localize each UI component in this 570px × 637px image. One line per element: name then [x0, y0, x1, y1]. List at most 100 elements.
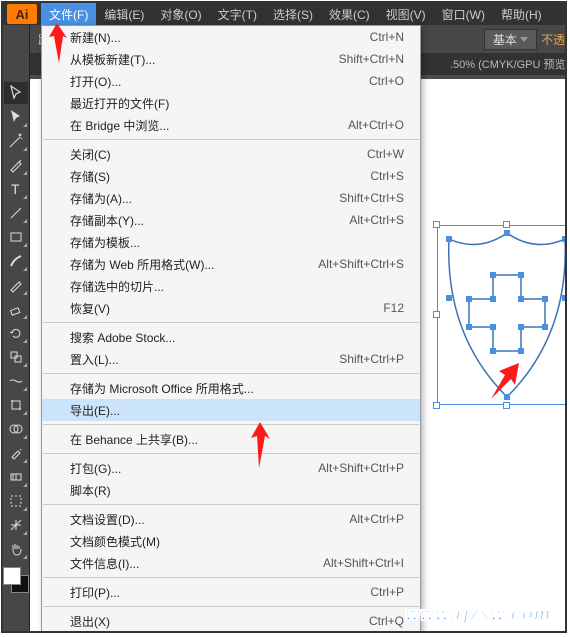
rectangle-tool[interactable] [4, 226, 28, 248]
menu-item[interactable]: 存储为模板... [42, 231, 420, 253]
menu-item[interactable]: 恢复(V)F12 [42, 297, 420, 319]
shape-builder-tool[interactable] [4, 418, 28, 440]
menu-item[interactable]: 文档颜色模式(M) [42, 530, 420, 552]
menu-effect[interactable]: 效果(C) [321, 3, 378, 26]
menu-item[interactable]: 文档设置(D)...Alt+Ctrl+P [42, 508, 420, 530]
rotate-tool[interactable] [4, 322, 28, 344]
pencil-tool[interactable] [4, 274, 28, 296]
opacity-label: 不透 [541, 31, 565, 48]
menu-item-label: 退出(X) [70, 613, 369, 630]
menu-item[interactable]: 文件信息(I)...Alt+Shift+Ctrl+I [42, 552, 420, 574]
menu-item-shortcut: Ctrl+W [367, 147, 404, 161]
menu-text[interactable]: 文字(T) [210, 3, 265, 26]
menu-item-label: 存储为(A)... [70, 190, 339, 207]
menu-item-shortcut: F12 [383, 301, 404, 315]
menu-item-label: 文档颜色模式(M) [70, 533, 404, 550]
menu-item-label: 搜索 Adobe Stock... [70, 329, 404, 346]
menu-item[interactable]: 在 Behance 上共享(B)... [42, 428, 420, 450]
selection-tool[interactable] [4, 82, 28, 104]
menu-item-shortcut: Shift+Ctrl+S [339, 191, 404, 205]
menu-item-label: 在 Behance 上共享(B)... [70, 431, 404, 448]
watermark: www.rjzxw.com [405, 604, 551, 625]
line-tool[interactable] [4, 202, 28, 224]
menu-item-shortcut: Shift+Ctrl+P [339, 352, 404, 366]
menu-item[interactable]: 关闭(C)Ctrl+W [42, 143, 420, 165]
menu-select[interactable]: 选择(S) [265, 3, 321, 26]
width-tool[interactable] [4, 370, 28, 392]
menu-item[interactable]: 存储为 Microsoft Office 所用格式... [42, 377, 420, 399]
app-icon: Ai [7, 4, 37, 24]
menubar: Ai 文件(F) 编辑(E) 对象(O) 文字(T) 选择(S) 效果(C) 视… [3, 3, 565, 25]
gradient-tool[interactable] [4, 466, 28, 488]
menu-item-label: 关闭(C) [70, 146, 367, 163]
menu-item-shortcut: Alt+Ctrl+P [349, 512, 404, 526]
menu-item[interactable]: 置入(L)...Shift+Ctrl+P [42, 348, 420, 370]
menu-item-label: 存储副本(Y)... [70, 212, 349, 229]
direct-selection-tool[interactable] [4, 106, 28, 128]
menu-object[interactable]: 对象(O) [152, 3, 209, 26]
tools-panel: T [3, 25, 30, 631]
brush-tool[interactable] [4, 250, 28, 272]
menu-item[interactable]: 导出(E)... [42, 399, 420, 421]
type-tool[interactable]: T [4, 178, 28, 200]
menu-item-shortcut: Alt+Shift+Ctrl+S [318, 257, 404, 271]
file-menu-dropdown: 新建(N)...Ctrl+N从模板新建(T)...Shift+Ctrl+N打开(… [41, 25, 421, 633]
menu-item-shortcut: Ctrl+S [370, 169, 404, 183]
menu-window[interactable]: 窗口(W) [434, 3, 493, 26]
menu-view[interactable]: 视图(V) [378, 3, 434, 26]
menu-item-label: 打印(P)... [70, 584, 370, 601]
menu-item[interactable]: 退出(X)Ctrl+Q [42, 610, 420, 632]
svg-text:T: T [11, 181, 20, 197]
menu-item-shortcut: Ctrl+O [369, 74, 404, 88]
free-transform-tool[interactable] [4, 394, 28, 416]
menu-item-label: 存储选中的切片... [70, 278, 404, 295]
menu-item[interactable]: 最近打开的文件(F) [42, 92, 420, 114]
menu-separator [43, 504, 419, 505]
menu-item-label: 打包(G)... [70, 460, 318, 477]
menu-item-shortcut: Shift+Ctrl+N [339, 52, 404, 66]
pen-tool[interactable] [4, 154, 28, 176]
menu-item[interactable]: 打包(G)...Alt+Shift+Ctrl+P [42, 457, 420, 479]
annotation-arrow-menu [45, 21, 71, 65]
artboard-tool[interactable] [4, 490, 28, 512]
menu-item[interactable]: 打开(O)...Ctrl+O [42, 70, 420, 92]
menu-item[interactable]: 从模板新建(T)...Shift+Ctrl+N [42, 48, 420, 70]
menu-item[interactable]: 存储(S)Ctrl+S [42, 165, 420, 187]
annotation-arrow-export [248, 420, 274, 470]
slice-tool[interactable] [4, 514, 28, 536]
menu-item[interactable]: 存储为(A)...Shift+Ctrl+S [42, 187, 420, 209]
eyedropper-tool[interactable] [4, 442, 28, 464]
color-swatches[interactable] [3, 567, 29, 593]
menu-separator [43, 606, 419, 607]
menu-item[interactable]: 打印(P)...Ctrl+P [42, 581, 420, 603]
menu-item-label: 存储为 Web 所用格式(W)... [70, 256, 318, 273]
menu-item[interactable]: 存储副本(Y)...Alt+Ctrl+S [42, 209, 420, 231]
menu-item-label: 恢复(V) [70, 300, 383, 317]
menu-separator [43, 322, 419, 323]
menu-item[interactable]: 脚本(R) [42, 479, 420, 501]
menu-item[interactable]: 存储为 Web 所用格式(W)...Alt+Shift+Ctrl+S [42, 253, 420, 275]
menu-item-label: 脚本(R) [70, 482, 404, 499]
menu-item-label: 文档设置(D)... [70, 511, 349, 528]
menu-item-shortcut: Ctrl+P [370, 585, 404, 599]
scale-tool[interactable] [4, 346, 28, 368]
menu-item[interactable]: 新建(N)...Ctrl+N [42, 26, 420, 48]
menu-edit[interactable]: 编辑(E) [96, 3, 152, 26]
menu-item-label: 存储(S) [70, 168, 370, 185]
menu-help[interactable]: 帮助(H) [493, 3, 550, 26]
hand-tool[interactable] [4, 538, 28, 560]
menu-item-label: 从模板新建(T)... [70, 51, 339, 68]
menu-item[interactable]: 在 Bridge 中浏览...Alt+Ctrl+O [42, 114, 420, 136]
menu-item-label: 导出(E)... [70, 402, 404, 419]
menu-item-shortcut: Alt+Shift+Ctrl+P [318, 461, 404, 475]
magic-wand-tool[interactable] [4, 130, 28, 152]
menu-item[interactable]: 搜索 Adobe Stock... [42, 326, 420, 348]
menu-item-shortcut: Alt+Ctrl+S [349, 213, 404, 227]
menu-item[interactable]: 存储选中的切片... [42, 275, 420, 297]
basic-badge[interactable]: 基本 [484, 29, 537, 50]
menu-separator [43, 453, 419, 454]
menu-item-label: 新建(N)... [70, 29, 370, 46]
menu-item-shortcut: Ctrl+Q [369, 614, 404, 628]
eraser-tool[interactable] [4, 298, 28, 320]
menu-separator [43, 424, 419, 425]
